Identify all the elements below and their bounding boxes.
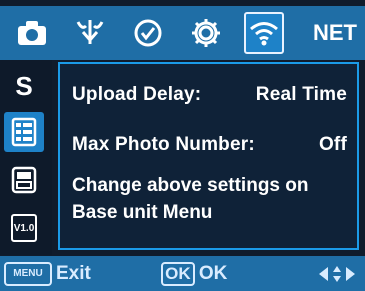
ok-hint[interactable]: OK OK [160,261,228,286]
printer-icon [11,166,37,194]
upload-delay-value: Real Time [255,84,347,105]
list-icon [11,117,37,147]
top-tab-bar: NET [0,6,365,60]
camera-settings-screen: NET S V1.0 Upload Delay: Real Time Max P… [0,0,365,291]
tab-time[interactable] [124,6,172,60]
version-icon: V1.0 [11,214,37,242]
exit-label: Exit [56,262,91,284]
max-photo-row[interactable]: Max Photo Number: Off [72,134,347,156]
menu-key-icon: MENU [4,261,52,286]
tab-network[interactable] [244,12,284,54]
upload-delay-label: Upload Delay: [72,84,202,105]
note-line-2: Base unit Menu [72,202,213,223]
sidebar-item-version[interactable]: V1.0 [4,208,44,248]
settings-panel: Upload Delay: Real Time Max Photo Number… [58,62,359,250]
s-letter-icon: S [15,70,33,101]
tab-antenna[interactable] [66,6,114,60]
gear-icon [192,19,220,47]
upload-delay-row[interactable]: Upload Delay: Real Time [72,84,347,106]
exit-hint[interactable]: MENU Exit [4,261,91,286]
left-right-arrows-icon [319,265,355,282]
arrows-hint[interactable] [317,264,357,284]
sidebar: S V1.0 [0,60,52,255]
wifi-icon [250,22,278,46]
ok-label: OK [198,262,228,284]
max-photo-value: Off [318,134,347,155]
bottom-bar: MENU Exit OK OK [0,256,365,291]
sidebar-item-s[interactable]: S [4,66,44,106]
note-line-1: Change above settings on [72,175,309,196]
sidebar-item-list[interactable] [4,112,44,152]
camera-icon [18,21,46,45]
settings-note: Change above settings on Base unit Menu [72,172,349,226]
max-photo-label: Max Photo Number: [72,134,255,155]
tab-net-label[interactable]: NET [305,6,365,60]
tab-camera[interactable] [8,6,56,60]
sidebar-item-printer[interactable] [4,160,44,200]
ok-key-icon: OK [160,261,195,286]
tab-settings[interactable] [182,6,230,60]
clock-check-icon [134,19,162,47]
antenna-icon [76,20,104,44]
